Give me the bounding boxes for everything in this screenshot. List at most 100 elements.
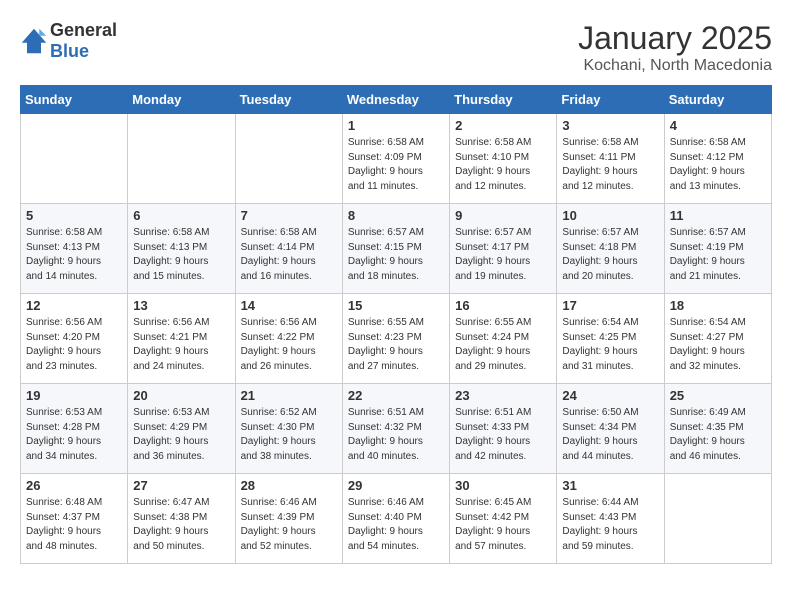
- calendar-cell: 11Sunrise: 6:57 AM Sunset: 4:19 PM Dayli…: [664, 204, 771, 294]
- day-number: 15: [348, 298, 444, 313]
- calendar-cell: 2 Sunrise: 6:58 AM Sunset: 4:10 PM Daylig…: [450, 114, 557, 204]
- day-number: 19: [26, 388, 122, 403]
- day-info: Sunrise: 6:47 AM Sunset: 4:38 PM Dayligh…: [133, 496, 229, 554]
- day-number: 25: [670, 388, 766, 403]
- day-info: Sunrise: 6:58 AM Sunset: 4:10 PM Dayligh…: [455, 136, 551, 194]
- day-number: 7: [241, 208, 337, 223]
- day-info: Sunrise: 6:48 AM Sunset: 4:37 PM Dayligh…: [26, 496, 122, 554]
- calendar-body: 1 Sunrise: 6:58 AM Sunset: 4:09 PM Daylig…: [21, 114, 772, 564]
- day-info: Sunrise: 6:54 AM Sunset: 4:25 PM Dayligh…: [562, 316, 658, 374]
- day-number: 9: [455, 208, 551, 223]
- day-number: 27: [133, 478, 229, 493]
- day-number: 3: [562, 118, 658, 133]
- day-number: 22: [348, 388, 444, 403]
- day-number: 12: [26, 298, 122, 313]
- calendar-week-row: 1 Sunrise: 6:58 AM Sunset: 4:09 PM Daylig…: [21, 114, 772, 204]
- day-info: Sunrise: 6:46 AM Sunset: 4:40 PM Dayligh…: [348, 496, 444, 554]
- calendar-week-row: 12 Sunrise: 6:56 AM Sunset: 4:20 PM Dayli…: [21, 294, 772, 384]
- day-number: 17: [562, 298, 658, 313]
- day-info: Sunrise: 6:58 AM Sunset: 4:12 PM Dayligh…: [670, 136, 766, 194]
- day-number: 1: [348, 118, 444, 133]
- calendar-week-row: 26 Sunrise: 6:48 AM Sunset: 4:37 PM Dayli…: [21, 474, 772, 564]
- calendar-cell: [128, 114, 235, 204]
- calendar-week-row: 19 Sunrise: 6:53 AM Sunset: 4:28 PM Dayli…: [21, 384, 772, 474]
- day-number: 28: [241, 478, 337, 493]
- weekday-header: Tuesday: [235, 86, 342, 114]
- calendar-cell: 4Sunrise: 6:58 AM Sunset: 4:12 PM Daylig…: [664, 114, 771, 204]
- calendar-cell: 6Sunrise: 6:58 AM Sunset: 4:13 PM Daylig…: [128, 204, 235, 294]
- day-info: Sunrise: 6:55 AM Sunset: 4:24 PM Dayligh…: [455, 316, 551, 374]
- weekday-header: Wednesday: [342, 86, 449, 114]
- day-number: 31: [562, 478, 658, 493]
- day-info: Sunrise: 6:50 AM Sunset: 4:34 PM Dayligh…: [562, 406, 658, 464]
- day-info: Sunrise: 6:56 AM Sunset: 4:20 PM Dayligh…: [26, 316, 122, 374]
- day-info: Sunrise: 6:54 AM Sunset: 4:27 PM Dayligh…: [670, 316, 766, 374]
- calendar-cell: 24 Sunrise: 6:50 AM Sunset: 4:34 PM Dayli…: [557, 384, 664, 474]
- calendar-cell: [21, 114, 128, 204]
- calendar-header-row: SundayMondayTuesdayWednesdayThursdayFrid…: [21, 86, 772, 114]
- calendar-cell: 7 Sunrise: 6:58 AM Sunset: 4:14 PM Daylig…: [235, 204, 342, 294]
- calendar-cell: 26 Sunrise: 6:48 AM Sunset: 4:37 PM Dayli…: [21, 474, 128, 564]
- day-number: 11: [670, 208, 766, 223]
- day-info: Sunrise: 6:57 AM Sunset: 4:15 PM Dayligh…: [348, 226, 444, 284]
- logo-text-line2: Blue: [50, 41, 117, 62]
- weekday-header: Saturday: [664, 86, 771, 114]
- calendar-cell: 20 Sunrise: 6:53 AM Sunset: 4:29 PM Dayli…: [128, 384, 235, 474]
- calendar-cell: 22Sunrise: 6:51 AM Sunset: 4:32 PM Dayli…: [342, 384, 449, 474]
- day-number: 18: [670, 298, 766, 313]
- day-number: 6: [133, 208, 229, 223]
- day-info: Sunrise: 6:44 AM Sunset: 4:43 PM Dayligh…: [562, 496, 658, 554]
- day-info: Sunrise: 6:56 AM Sunset: 4:22 PM Dayligh…: [241, 316, 337, 374]
- calendar-cell: 18 Sunrise: 6:54 AM Sunset: 4:27 PM Dayli…: [664, 294, 771, 384]
- day-number: 8: [348, 208, 444, 223]
- day-info: Sunrise: 6:58 AM Sunset: 4:09 PM Dayligh…: [348, 136, 444, 194]
- day-number: 26: [26, 478, 122, 493]
- calendar-cell: 3 Sunrise: 6:58 AM Sunset: 4:11 PM Daylig…: [557, 114, 664, 204]
- calendar-cell: [664, 474, 771, 564]
- page-header: General Blue January 2025 Kochani, North…: [20, 20, 772, 75]
- calendar-cell: 21 Sunrise: 6:52 AM Sunset: 4:30 PM Dayli…: [235, 384, 342, 474]
- calendar-cell: 15 Sunrise: 6:55 AM Sunset: 4:23 PM Dayli…: [342, 294, 449, 384]
- day-number: 13: [133, 298, 229, 313]
- day-number: 21: [241, 388, 337, 403]
- day-number: 29: [348, 478, 444, 493]
- calendar-cell: 23Sunrise: 6:51 AM Sunset: 4:33 PM Dayli…: [450, 384, 557, 474]
- day-info: Sunrise: 6:53 AM Sunset: 4:28 PM Dayligh…: [26, 406, 122, 464]
- location-title: Kochani, North Macedonia: [578, 57, 772, 75]
- day-info: Sunrise: 6:57 AM Sunset: 4:17 PM Dayligh…: [455, 226, 551, 284]
- day-number: 2: [455, 118, 551, 133]
- day-info: Sunrise: 6:45 AM Sunset: 4:42 PM Dayligh…: [455, 496, 551, 554]
- calendar-cell: 25 Sunrise: 6:49 AM Sunset: 4:35 PM Dayli…: [664, 384, 771, 474]
- calendar-cell: 14Sunrise: 6:56 AM Sunset: 4:22 PM Dayli…: [235, 294, 342, 384]
- logo-icon: [20, 27, 48, 55]
- calendar-cell: 28Sunrise: 6:46 AM Sunset: 4:39 PM Dayli…: [235, 474, 342, 564]
- calendar-cell: 16Sunrise: 6:55 AM Sunset: 4:24 PM Dayli…: [450, 294, 557, 384]
- day-number: 24: [562, 388, 658, 403]
- day-number: 30: [455, 478, 551, 493]
- calendar-cell: [235, 114, 342, 204]
- weekday-header: Monday: [128, 86, 235, 114]
- weekday-header: Thursday: [450, 86, 557, 114]
- day-number: 10: [562, 208, 658, 223]
- title-block: January 2025 Kochani, North Macedonia: [578, 20, 772, 75]
- day-number: 20: [133, 388, 229, 403]
- calendar-cell: 29 Sunrise: 6:46 AM Sunset: 4:40 PM Dayli…: [342, 474, 449, 564]
- day-info: Sunrise: 6:57 AM Sunset: 4:18 PM Dayligh…: [562, 226, 658, 284]
- weekday-header: Sunday: [21, 86, 128, 114]
- logo: General Blue: [20, 20, 117, 62]
- day-info: Sunrise: 6:58 AM Sunset: 4:14 PM Dayligh…: [241, 226, 337, 284]
- calendar-cell: 31 Sunrise: 6:44 AM Sunset: 4:43 PM Dayli…: [557, 474, 664, 564]
- day-info: Sunrise: 6:55 AM Sunset: 4:23 PM Dayligh…: [348, 316, 444, 374]
- day-number: 23: [455, 388, 551, 403]
- day-info: Sunrise: 6:53 AM Sunset: 4:29 PM Dayligh…: [133, 406, 229, 464]
- calendar-table: SundayMondayTuesdayWednesdayThursdayFrid…: [20, 85, 772, 564]
- day-info: Sunrise: 6:56 AM Sunset: 4:21 PM Dayligh…: [133, 316, 229, 374]
- weekday-header: Friday: [557, 86, 664, 114]
- day-info: Sunrise: 6:49 AM Sunset: 4:35 PM Dayligh…: [670, 406, 766, 464]
- calendar-week-row: 5Sunrise: 6:58 AM Sunset: 4:13 PM Daylig…: [21, 204, 772, 294]
- logo-text-line1: General: [50, 20, 117, 41]
- month-title: January 2025: [578, 20, 772, 57]
- day-info: Sunrise: 6:52 AM Sunset: 4:30 PM Dayligh…: [241, 406, 337, 464]
- calendar-cell: 27 Sunrise: 6:47 AM Sunset: 4:38 PM Dayli…: [128, 474, 235, 564]
- day-info: Sunrise: 6:58 AM Sunset: 4:11 PM Dayligh…: [562, 136, 658, 194]
